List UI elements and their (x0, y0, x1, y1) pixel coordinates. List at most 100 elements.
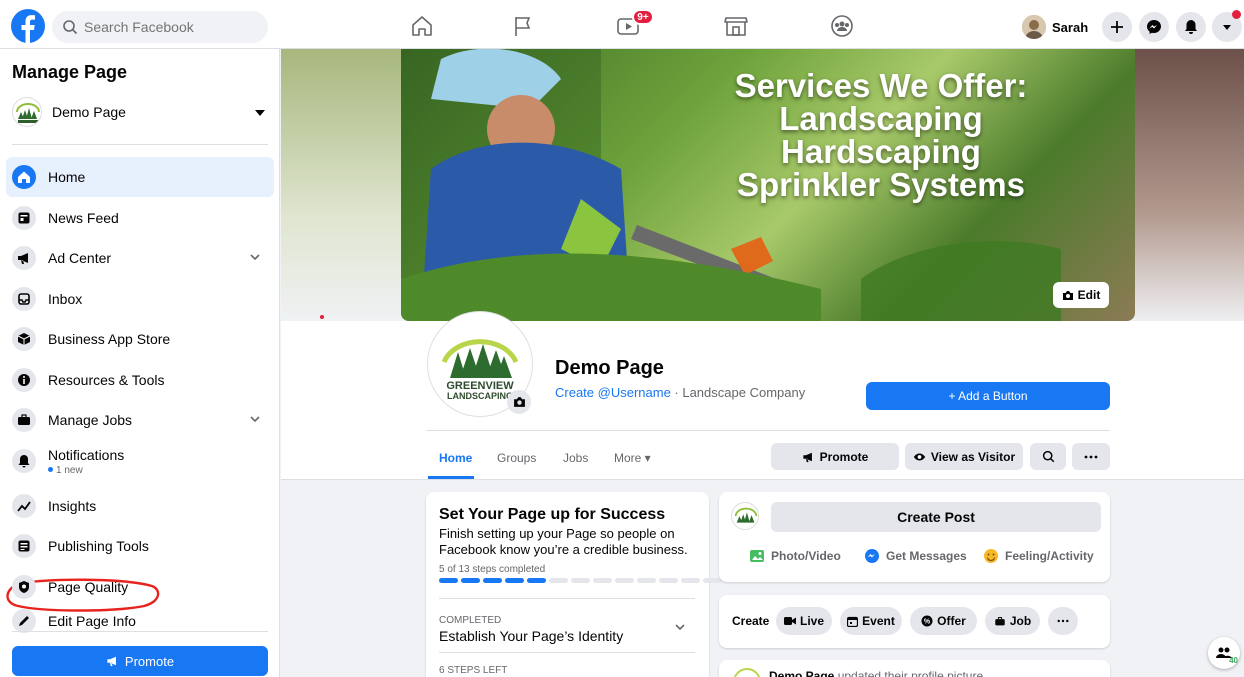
sidebar-item-insights[interactable]: Insights (6, 486, 274, 526)
chevron-down-icon[interactable] (250, 415, 260, 423)
pages-flag-icon[interactable] (509, 12, 537, 40)
setup-progress-bar (439, 578, 722, 583)
feeling-activity-button[interactable]: Feeling/Activity (983, 548, 1094, 564)
news-feed-icon (12, 206, 36, 230)
contacts-button[interactable]: 40 (1208, 637, 1240, 669)
view-as-visitor-button[interactable]: View as Visitor (905, 443, 1023, 470)
facebook-logo-icon[interactable] (11, 9, 45, 43)
search-input[interactable] (84, 19, 254, 35)
insights-icon (12, 494, 36, 518)
tab-home[interactable]: Home (439, 451, 472, 465)
notifications-button[interactable] (1176, 12, 1206, 42)
watch-notification-badge: 9+ (632, 9, 654, 25)
contacts-count: 40 (1229, 656, 1238, 665)
marketplace-icon[interactable] (722, 12, 750, 40)
sidebar-item-news-feed[interactable]: News Feed (6, 198, 274, 238)
notification-dot (1232, 10, 1241, 19)
tab-groups[interactable]: Groups (497, 451, 536, 465)
sidebar-item-label: Resources & Tools (48, 372, 165, 388)
sidebar-item-label: Home (48, 169, 86, 185)
eye-icon (913, 453, 925, 460)
create-username-link[interactable]: Create @Username (555, 385, 671, 400)
create-post-button[interactable]: Create Post (771, 502, 1101, 532)
sidebar-item-edit-page-info[interactable]: Edit Page Info (6, 601, 274, 641)
setup-success-card: Set Your Page up for Success Finish sett… (426, 492, 722, 677)
cover-backdrop-right (1135, 49, 1244, 325)
divider (426, 430, 1110, 431)
publishing-icon (12, 534, 36, 558)
briefcase-icon (995, 616, 1005, 625)
progress-segment (681, 578, 700, 583)
photo-video-button[interactable]: Photo/Video (749, 548, 841, 564)
inbox-icon (12, 287, 36, 311)
divider (12, 631, 268, 632)
messenger-button[interactable] (1139, 12, 1169, 42)
progress-segment (461, 578, 480, 583)
edit-cover-button[interactable]: Edit (1053, 282, 1109, 308)
video-camera-icon (783, 617, 796, 625)
tab-jobs[interactable]: Jobs (563, 451, 588, 465)
cover-line: Hardscaping (781, 133, 981, 170)
setup-title: Set Your Page up for Success (439, 506, 666, 523)
progress-segment (615, 578, 634, 583)
avatar (1022, 15, 1046, 39)
cover-line: Sprinkler Systems (737, 166, 1025, 203)
briefcase-icon (12, 408, 36, 432)
sidebar-item-label: Insights (48, 498, 97, 514)
page-avatar (733, 668, 761, 677)
cover-photo[interactable]: Services We Offer: Landscaping Hardscapi… (401, 49, 1135, 321)
sidebar-item-notifications[interactable]: Notifications 1 new (6, 441, 274, 481)
store-icon (12, 327, 36, 351)
feed-post-author[interactable]: Demo Page (769, 669, 834, 677)
calendar-icon (847, 616, 859, 627)
sidebar-item-publishing-tools[interactable]: Publishing Tools (6, 526, 274, 566)
page-switcher[interactable]: Demo Page (12, 94, 270, 130)
offer-badge-icon: % (921, 615, 933, 627)
create-job-button[interactable]: Job (985, 607, 1040, 635)
update-profile-picture-button[interactable] (507, 390, 531, 414)
sidebar-item-inbox[interactable]: Inbox (6, 279, 274, 319)
create-event-button[interactable]: Event (840, 607, 902, 635)
create-job-label: Job (1009, 614, 1032, 628)
active-tab-indicator (428, 476, 474, 479)
sidebar-item-label: Edit Page Info (48, 613, 136, 629)
top-navigation-bar: 9+ Sarah (0, 0, 1244, 49)
chevron-down-icon[interactable] (250, 253, 260, 261)
pencil-icon (12, 609, 36, 633)
tab-more[interactable]: More ▾ (614, 451, 651, 465)
promote-button[interactable]: Promote (771, 443, 899, 470)
create-live-button[interactable]: Live (776, 607, 832, 635)
cover-line: Landscaping (779, 100, 983, 137)
plus-icon (1111, 21, 1123, 33)
profile-chip[interactable]: Sarah (1022, 12, 1094, 42)
caret-down-icon (1223, 25, 1231, 30)
completed-step-title[interactable]: Establish Your Page’s Identity (439, 628, 623, 644)
caret-down-icon (255, 110, 265, 116)
chevron-down-icon[interactable] (675, 623, 685, 631)
sidebar-item-home[interactable]: Home (6, 157, 274, 197)
sidebar-item-resources-tools[interactable]: Resources & Tools (6, 360, 274, 400)
create-offer-button[interactable]: % Offer (910, 607, 977, 635)
groups-icon[interactable] (828, 12, 856, 40)
shield-icon (12, 575, 36, 599)
setup-progress-text: 5 of 13 steps completed (439, 564, 546, 575)
more-options-button[interactable] (1072, 443, 1110, 470)
sidebar-item-ad-center[interactable]: Ad Center (6, 238, 274, 278)
get-messages-button[interactable]: Get Messages (864, 548, 967, 564)
home-icon[interactable] (408, 12, 436, 40)
sidebar-item-label: Manage Jobs (48, 412, 133, 428)
sidebar-promote-button[interactable]: Promote (12, 646, 268, 676)
sidebar-item-manage-jobs[interactable]: Manage Jobs (6, 400, 274, 440)
view-as-visitor-label: View as Visitor (930, 449, 1016, 464)
create-plus-button[interactable] (1102, 12, 1132, 42)
sidebar-item-business-app-store[interactable]: Business App Store (6, 319, 274, 359)
photo-video-label: Photo/Video (771, 549, 841, 563)
sidebar-item-label: Business App Store (48, 331, 171, 347)
create-more-button[interactable] (1048, 607, 1078, 635)
search-box[interactable] (52, 11, 268, 43)
progress-segment (593, 578, 612, 583)
add-a-button[interactable]: + Add a Button (866, 382, 1110, 410)
more-icon (1084, 455, 1098, 458)
red-dot-marker (320, 315, 324, 319)
page-search-button[interactable] (1030, 443, 1066, 470)
